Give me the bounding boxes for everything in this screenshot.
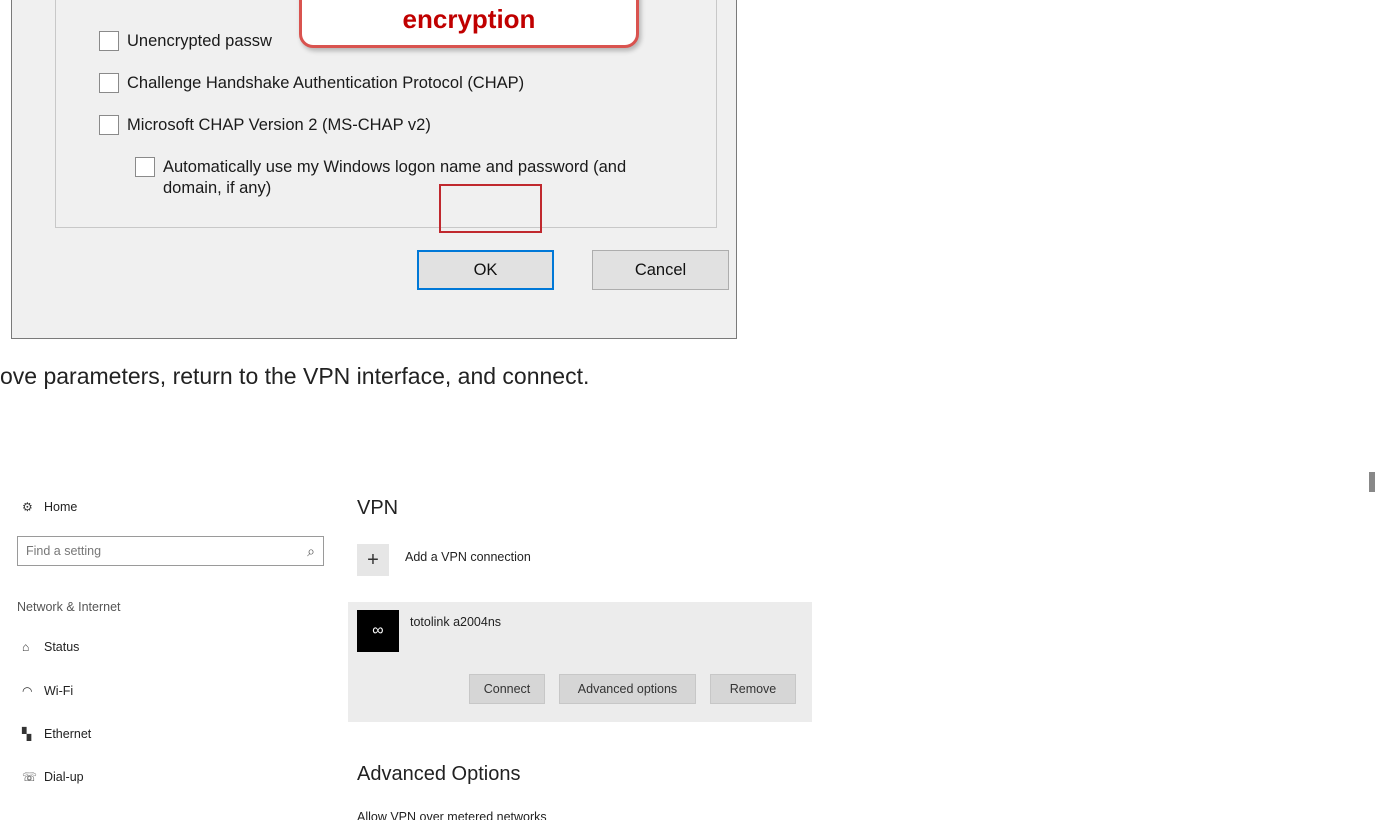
advanced-options-button[interactable]: Advanced options	[559, 674, 696, 704]
auto-logon-option[interactable]: Automatically use my Windows logon name …	[135, 157, 663, 199]
connect-highlight-box	[439, 184, 542, 233]
mschap-v2-label: Microsoft CHAP Version 2 (MS-CHAP v2)	[127, 116, 431, 134]
home-gear-icon: ⚙	[22, 500, 33, 514]
vpn-connection-icon: ∞	[357, 610, 399, 652]
sidebar-item-ethernet-label: Ethernet	[44, 727, 92, 741]
vpn-connection-name: totolink a2004ns	[410, 615, 502, 629]
sidebar-item-wifi[interactable]: ◠ Wi-Fi	[22, 684, 73, 698]
chap-option[interactable]: Challenge Handshake Authentication Proto…	[99, 73, 524, 94]
sidebar-item-status[interactable]: ⌂ Status	[22, 640, 79, 654]
status-icon: ⌂	[22, 640, 30, 654]
search-icon: ⌕	[307, 542, 315, 559]
add-vpn-label: Add a VPN connection	[405, 550, 531, 564]
sidebar-item-wifi-label: Wi-Fi	[44, 684, 74, 698]
mschap-v2-checkbox[interactable]	[99, 115, 119, 135]
encryption-callout: encryption	[299, 0, 639, 48]
search-placeholder: Find a setting	[26, 544, 102, 558]
sidebar-item-status-label: Status	[44, 640, 80, 654]
ethernet-icon: ▚	[22, 727, 32, 741]
sidebar-item-home-label: Home	[44, 500, 78, 514]
unencrypted-password-checkbox[interactable]	[99, 31, 119, 51]
remove-button[interactable]: Remove	[710, 674, 796, 704]
page-title: VPN	[357, 497, 399, 519]
connect-button[interactable]: Connect	[469, 674, 545, 704]
vpn-settings-panel: ⚙ Home Find a setting ⌕ Network & Intern…	[0, 480, 860, 820]
unencrypted-password-label: Unencrypted passw	[127, 32, 272, 50]
chap-checkbox[interactable]	[99, 73, 119, 93]
advanced-options-heading: Advanced Options	[357, 763, 521, 785]
metered-networks-label: Allow VPN over metered networks	[357, 810, 547, 820]
unencrypted-password-option[interactable]: Unencrypted passw	[99, 31, 272, 52]
section-label: Network & Internet	[17, 600, 121, 614]
sidebar-item-dialup-label: Dial-up	[44, 770, 84, 784]
mschap-v2-option[interactable]: Microsoft CHAP Version 2 (MS-CHAP v2)	[99, 115, 431, 136]
sidebar-item-ethernet[interactable]: ▚ Ethernet	[22, 727, 91, 741]
auto-logon-label: Automatically use my Windows logon name …	[163, 158, 627, 197]
wifi-icon: ◠	[22, 684, 33, 698]
sidebar-item-home[interactable]: ⚙ Home	[22, 500, 77, 514]
auto-logon-checkbox[interactable]	[135, 157, 155, 177]
plus-icon[interactable]: +	[357, 544, 389, 576]
search-input[interactable]: Find a setting ⌕	[17, 536, 324, 566]
add-vpn-connection[interactable]: + Add a VPN connection	[357, 544, 531, 576]
dialup-icon: ☏	[22, 770, 38, 784]
instruction-text: ove parameters, return to the VPN interf…	[0, 363, 590, 389]
vpn-connection-card[interactable]: ∞ totolink a2004ns Connect Advanced opti…	[348, 602, 812, 722]
edge-mark	[1369, 472, 1375, 492]
authentication-dialog: Unencrypted passw Challenge Handshake Au…	[11, 0, 737, 339]
ok-button[interactable]: OK	[417, 250, 554, 290]
cancel-button[interactable]: Cancel	[592, 250, 729, 290]
callout-text: encryption	[402, 4, 536, 34]
chap-label: Challenge Handshake Authentication Proto…	[127, 74, 525, 92]
sidebar-item-dialup[interactable]: ☏ Dial-up	[22, 770, 84, 784]
